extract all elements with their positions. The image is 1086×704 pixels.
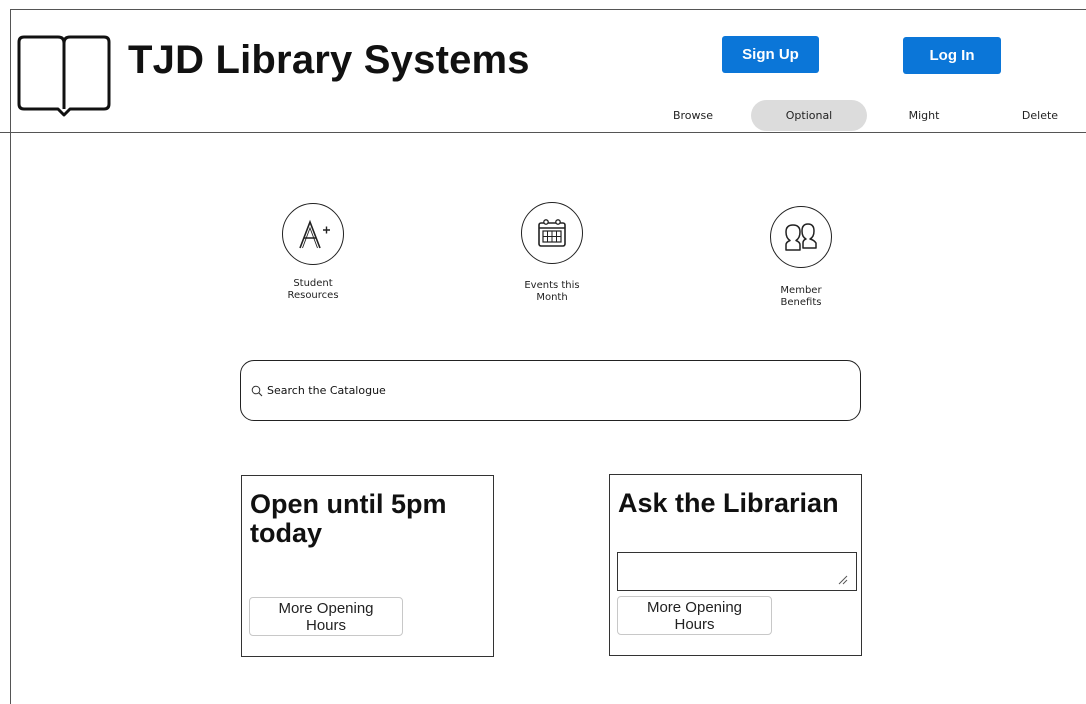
quick-link-label: Student Resources [287, 278, 339, 301]
users-icon [770, 206, 832, 268]
window-frame-top [10, 9, 1086, 10]
calendar-icon [521, 202, 583, 264]
quick-link-member-benefits[interactable]: Member Benefits [741, 206, 861, 309]
log-in-button[interactable]: Log In [903, 37, 1001, 74]
search-input[interactable] [267, 384, 827, 397]
opening-hours-heading: Open until 5pm today [250, 489, 447, 548]
ask-librarian-heading: Ask the Librarian [618, 488, 839, 518]
open-book-icon [17, 35, 111, 117]
quick-link-events[interactable]: Events this Month [492, 202, 612, 304]
nav-item-optional[interactable]: Optional [751, 100, 867, 131]
window-frame-left [10, 9, 11, 704]
quick-link-student-resources[interactable]: Student Resources [253, 203, 373, 302]
opening-hours-card: Open until 5pm today More Opening Hours [241, 475, 494, 657]
nav-item-delete[interactable]: Delete [1014, 100, 1066, 131]
sign-up-button[interactable]: Sign Up [722, 36, 819, 73]
quick-link-label: Events this Month [524, 280, 580, 303]
nav-item-might[interactable]: Might [900, 100, 948, 131]
ask-librarian-card: Ask the Librarian More Opening Hours [609, 474, 862, 656]
more-opening-hours-button[interactable]: More Opening Hours [249, 597, 403, 636]
header-divider [0, 132, 1086, 133]
a-plus-icon [282, 203, 344, 265]
nav-item-browse[interactable]: Browse [665, 100, 721, 131]
search-icon [251, 385, 263, 396]
app-title: TJD Library Systems [128, 38, 530, 82]
ask-librarian-textarea[interactable] [617, 552, 857, 591]
quick-link-label: Member Benefits [780, 285, 822, 308]
search-bar[interactable] [240, 360, 861, 421]
more-opening-hours-button[interactable]: More Opening Hours [617, 596, 772, 635]
